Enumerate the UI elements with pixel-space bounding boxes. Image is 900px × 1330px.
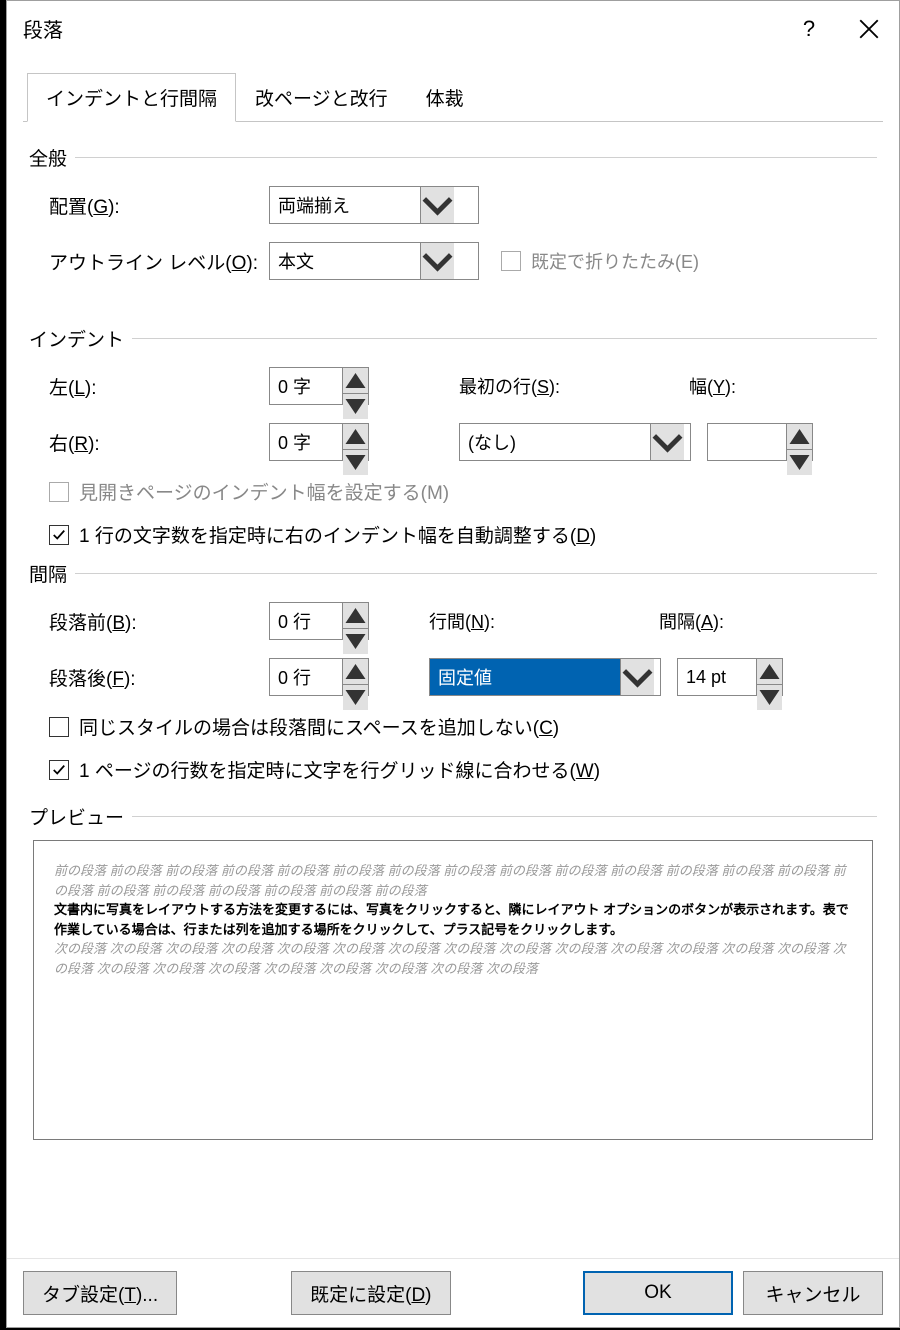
- firstline-select[interactable]: (なし): [459, 423, 691, 461]
- spinner-buttons: [786, 424, 812, 460]
- width-spinner[interactable]: [707, 423, 813, 461]
- section-general: 全般: [29, 144, 877, 171]
- chevron-down-icon: [620, 659, 654, 695]
- indent-right-value: 0 字: [270, 424, 342, 460]
- nospace-label: 同じスタイルの場合は段落間にスペースを追加しない(C): [79, 713, 559, 740]
- spinner-buttons: [342, 659, 368, 695]
- indent-left-value: 0 字: [270, 368, 342, 404]
- section-preview-label: プレビュー: [29, 803, 124, 830]
- spinner-up-icon[interactable]: [343, 659, 368, 685]
- spinner-up-icon[interactable]: [343, 603, 368, 629]
- spinner-buttons: [342, 603, 368, 639]
- spinner-buttons: [342, 424, 368, 460]
- dialog-title: 段落: [23, 14, 779, 43]
- section-indent: インデント: [29, 325, 877, 352]
- interval-value: 14 pt: [678, 659, 756, 695]
- tabs-settings-button[interactable]: タブ設定(T)...: [23, 1271, 177, 1315]
- collapse-label: 既定で折りたたみ(E): [531, 248, 699, 274]
- cancel-button[interactable]: キャンセル: [743, 1271, 883, 1315]
- after-value: 0 行: [270, 659, 342, 695]
- indent-right-spinner[interactable]: 0 字: [269, 423, 369, 461]
- indent-left-spinner[interactable]: 0 字: [269, 367, 369, 405]
- tab-format[interactable]: 体裁: [407, 73, 483, 122]
- tab-page-break[interactable]: 改ページと改行: [236, 73, 407, 122]
- check-icon: [52, 528, 66, 542]
- spinner-down-icon[interactable]: [343, 394, 368, 419]
- collapse-checkbox[interactable]: [501, 251, 521, 271]
- outline-label: アウトライン レベル(O):: [49, 248, 269, 275]
- firstline-value: (なし): [460, 424, 650, 460]
- preview-after-text: 次の段落 次の段落 次の段落 次の段落 次の段落 次の段落 次の段落 次の段落 …: [54, 939, 852, 978]
- check-icon: [52, 763, 66, 777]
- spinner-up-icon[interactable]: [343, 368, 368, 394]
- preview-box: 前の段落 前の段落 前の段落 前の段落 前の段落 前の段落 前の段落 前の段落 …: [33, 840, 873, 1140]
- dialog-footer: タブ設定(T)... 既定に設定(D) OK キャンセル: [7, 1258, 899, 1327]
- paragraph-dialog: 段落 ? インデントと行間隔 改ページと改行 体裁 全般 配置(G): 両端揃え: [6, 0, 900, 1328]
- section-spacing: 間隔: [29, 560, 877, 587]
- spinner-up-icon[interactable]: [787, 424, 812, 450]
- spinner-up-icon[interactable]: [343, 424, 368, 450]
- mirror-indent-checkbox[interactable]: [49, 482, 69, 502]
- chevron-down-icon: [420, 243, 454, 279]
- alignment-value: 両端揃え: [270, 187, 420, 223]
- titlebar: 段落 ?: [7, 1, 899, 56]
- spinner-up-icon[interactable]: [757, 659, 782, 685]
- auto-indent-label: 1 行の文字数を指定時に右のインデント幅を自動調整する(D): [79, 521, 596, 548]
- nospace-checkbox[interactable]: [49, 717, 69, 737]
- after-label: 段落後(F):: [49, 664, 269, 691]
- help-button[interactable]: ?: [779, 1, 839, 56]
- close-button[interactable]: [839, 1, 899, 56]
- indent-left-label: 左(L):: [49, 373, 269, 400]
- chevron-down-icon: [650, 424, 684, 460]
- firstline-label: 最初の行(S):: [459, 373, 689, 399]
- spinner-buttons: [342, 368, 368, 404]
- divider: [75, 573, 877, 574]
- before-label: 段落前(B):: [49, 608, 269, 635]
- preview-sample-text: 文書内に写真をレイアウトする方法を変更するには、写真をクリックすると、隣にレイア…: [54, 900, 852, 939]
- section-general-label: 全般: [29, 144, 67, 171]
- outline-select[interactable]: 本文: [269, 242, 479, 280]
- tab-indent-spacing[interactable]: インデントと行間隔: [27, 73, 236, 122]
- preview-before-text: 前の段落 前の段落 前の段落 前の段落 前の段落 前の段落 前の段落 前の段落 …: [54, 861, 852, 900]
- indent-right-label: 右(R):: [49, 429, 269, 456]
- before-value: 0 行: [270, 603, 342, 639]
- divider: [132, 338, 877, 339]
- line-spacing-value: 固定値: [430, 659, 620, 695]
- outline-value: 本文: [270, 243, 420, 279]
- tab-bar: インデントと行間隔 改ページと改行 体裁: [23, 72, 883, 122]
- width-label: 幅(Y):: [689, 373, 736, 399]
- tab-content: 全般 配置(G): 両端揃え アウトライン レベル(O): 本文 既定で折りたた…: [23, 122, 883, 1244]
- set-default-button[interactable]: 既定に設定(D): [291, 1271, 450, 1315]
- section-indent-label: インデント: [29, 325, 124, 352]
- divider: [132, 816, 877, 817]
- alignment-select[interactable]: 両端揃え: [269, 186, 479, 224]
- line-spacing-label: 行間(N):: [429, 608, 659, 634]
- spinner-down-icon[interactable]: [757, 685, 782, 710]
- width-value: [708, 424, 786, 460]
- dialog-body: インデントと行間隔 改ページと改行 体裁 全般 配置(G): 両端揃え アウトラ…: [7, 56, 899, 1258]
- before-spinner[interactable]: 0 行: [269, 602, 369, 640]
- spinner-down-icon[interactable]: [343, 629, 368, 654]
- interval-spinner[interactable]: 14 pt: [677, 658, 783, 696]
- after-spinner[interactable]: 0 行: [269, 658, 369, 696]
- chevron-down-icon: [420, 187, 454, 223]
- alignment-label: 配置(G):: [49, 192, 269, 219]
- close-icon: [859, 19, 879, 39]
- section-preview: プレビュー: [29, 803, 877, 830]
- section-spacing-label: 間隔: [29, 560, 67, 587]
- divider: [75, 157, 877, 158]
- spinner-down-icon[interactable]: [343, 450, 368, 475]
- interval-label: 間隔(A):: [659, 608, 724, 634]
- line-spacing-select[interactable]: 固定値: [429, 658, 661, 696]
- spinner-buttons: [756, 659, 782, 695]
- ok-button[interactable]: OK: [583, 1271, 733, 1315]
- auto-indent-checkbox[interactable]: [49, 525, 69, 545]
- spinner-down-icon[interactable]: [343, 685, 368, 710]
- grid-checkbox[interactable]: [49, 760, 69, 780]
- spinner-down-icon[interactable]: [787, 450, 812, 475]
- mirror-indent-label: 見開きページのインデント幅を設定する(M): [79, 478, 449, 505]
- grid-label: 1 ページの行数を指定時に文字を行グリッド線に合わせる(W): [79, 756, 600, 783]
